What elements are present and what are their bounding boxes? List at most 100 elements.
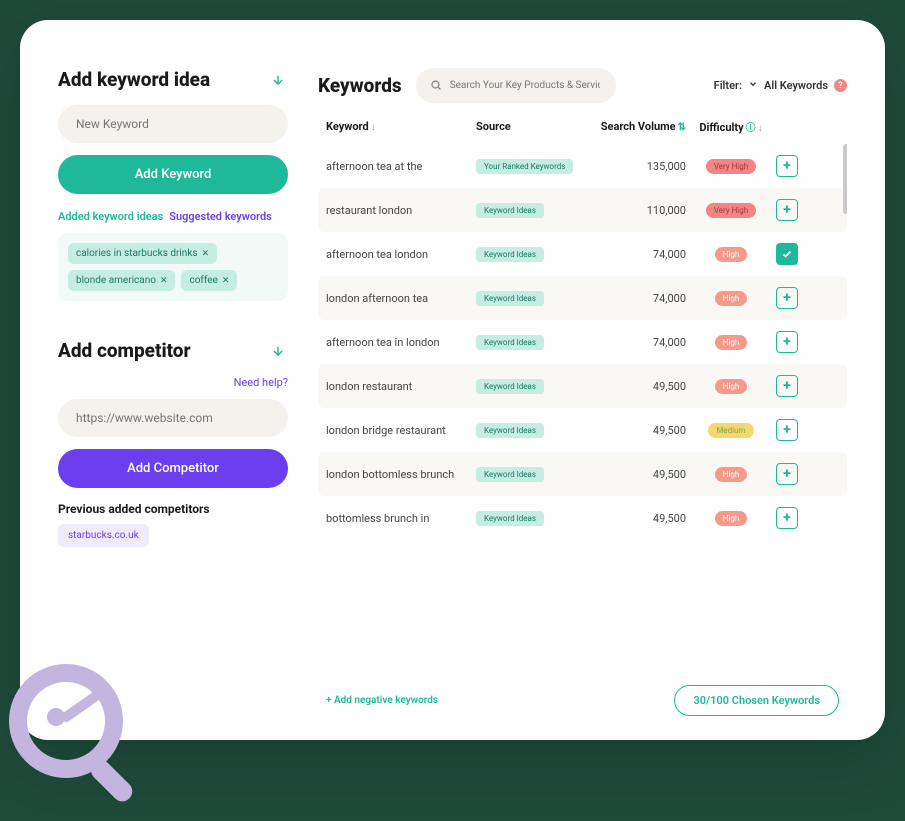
row-volume: 49,500 (586, 512, 686, 525)
scrollbar[interactable] (843, 144, 847, 214)
keywords-table-body: afternoon tea at the Your Ranked Keyword… (318, 144, 847, 673)
row-keyword: london bottomless brunch (326, 468, 476, 481)
sort-down-icon[interactable]: ↓ (371, 122, 376, 133)
row-volume: 74,000 (586, 248, 686, 261)
row-volume: 74,000 (586, 292, 686, 305)
keyword-idea-title: Add keyword idea (58, 68, 210, 91)
need-help-link[interactable]: Need help? (58, 376, 288, 389)
keyword-search[interactable] (416, 68, 616, 103)
col-volume[interactable]: Search Volume (601, 120, 676, 133)
add-keyword-row-button[interactable]: + (776, 155, 798, 177)
remove-chip-icon[interactable]: ✕ (222, 276, 230, 286)
source-badge: Keyword Ideas (476, 423, 544, 438)
row-volume: 49,500 (586, 468, 686, 481)
add-keyword-row-button[interactable]: + (776, 463, 798, 485)
row-keyword: london bridge restaurant (326, 424, 476, 437)
add-keyword-row-button[interactable]: + (776, 419, 798, 441)
table-footer: + Add negative keywords 30/100 Chosen Ke… (318, 673, 847, 716)
add-keyword-row-button[interactable]: + (776, 331, 798, 353)
chip-label: coffee (189, 275, 217, 286)
row-volume: 135,000 (586, 160, 686, 173)
col-difficulty[interactable]: Difficulty (699, 121, 743, 134)
add-keyword-button[interactable]: Add Keyword (58, 155, 288, 194)
competitor-url-input[interactable] (58, 399, 288, 437)
col-keyword[interactable]: Keyword (326, 120, 369, 133)
row-keyword: afternoon tea london (326, 248, 476, 261)
keyword-chip[interactable]: coffee ✕ (181, 270, 237, 291)
collapse-arrow-icon[interactable] (268, 70, 288, 90)
remove-chip-icon[interactable]: ✕ (202, 249, 210, 259)
table-header: Keyword↓ Source Search Volume⇅ Difficult… (318, 103, 847, 144)
row-keyword: london afternoon tea (326, 292, 476, 305)
tab-added-keywords[interactable]: Added keyword ideas (58, 210, 163, 223)
source-badge: Your Ranked Keywords (476, 159, 573, 174)
add-keyword-row-button[interactable]: + (776, 199, 798, 221)
table-row: afternoon tea london Keyword Ideas 74,00… (318, 232, 847, 276)
row-volume: 110,000 (586, 204, 686, 217)
table-row: bottomless brunch in Keyword Ideas 49,50… (318, 496, 847, 540)
difficulty-badge: High (715, 467, 748, 482)
help-icon[interactable]: ? (834, 79, 847, 92)
difficulty-badge: High (715, 379, 748, 394)
sort-icon[interactable]: ⇅ (678, 122, 686, 133)
filter-value[interactable]: All Keywords (764, 79, 828, 92)
chosen-keywords-button[interactable]: 30/100 Chosen Keywords (674, 685, 839, 716)
keyword-idea-header: Add keyword idea (58, 68, 288, 91)
competitor-title: Add competitor (58, 339, 191, 362)
competitor-header: Add competitor (58, 339, 288, 362)
keyword-chips-box: calories in starbucks drinks✕blonde amer… (58, 233, 288, 301)
source-badge: Keyword Ideas (476, 247, 544, 262)
competitor-section: Add competitor Need help? Add Competitor… (58, 339, 288, 547)
table-row: afternoon tea in london Keyword Ideas 74… (318, 320, 847, 364)
table-row: london bottomless brunch Keyword Ideas 4… (318, 452, 847, 496)
prev-added-label: Previous added competitors (58, 502, 288, 516)
table-row: restaurant london Keyword Ideas 110,000 … (318, 188, 847, 232)
chevron-down-icon[interactable] (748, 79, 758, 92)
row-volume: 74,000 (586, 336, 686, 349)
row-volume: 49,500 (586, 380, 686, 393)
add-keyword-row-button[interactable]: + (776, 507, 798, 529)
row-volume: 49,500 (586, 424, 686, 437)
row-keyword: bottomless brunch in (326, 512, 476, 525)
keyword-tabs: Added keyword ideas Suggested keywords (58, 210, 288, 223)
col-source[interactable]: Source (476, 120, 511, 133)
competitor-chip[interactable]: starbucks.co.uk (58, 524, 149, 547)
add-competitor-button[interactable]: Add Competitor (58, 449, 288, 488)
row-keyword: afternoon tea in london (326, 336, 476, 349)
source-badge: Keyword Ideas (476, 291, 544, 306)
source-badge: Keyword Ideas (476, 379, 544, 394)
keyword-chip[interactable]: blonde americano ✕ (68, 270, 175, 291)
remove-chip-icon[interactable]: ✕ (160, 276, 168, 286)
search-icon (430, 76, 442, 95)
table-row: london bridge restaurant Keyword Ideas 4… (318, 408, 847, 452)
table-row: london restaurant Keyword Ideas 49,500 H… (318, 364, 847, 408)
difficulty-badge: High (715, 291, 748, 306)
difficulty-badge: Very High (706, 159, 756, 174)
filter-area: Filter: All Keywords ? (714, 79, 847, 92)
table-row: london afternoon tea Keyword Ideas 74,00… (318, 276, 847, 320)
difficulty-badge: High (715, 511, 748, 526)
sort-down-icon[interactable]: ↓ (758, 123, 763, 134)
add-negative-link[interactable]: + Add negative keywords (326, 695, 438, 706)
add-keyword-row-button[interactable]: + (776, 375, 798, 397)
search-input[interactable] (450, 80, 600, 91)
tab-suggested-keywords[interactable]: Suggested keywords (169, 210, 272, 223)
chip-label: calories in starbucks drinks (76, 248, 198, 259)
source-badge: Keyword Ideas (476, 335, 544, 350)
row-keyword: restaurant london (326, 204, 476, 217)
table-row: afternoon tea at the Your Ranked Keyword… (318, 144, 847, 188)
keyword-chip[interactable]: calories in starbucks drinks ✕ (68, 243, 217, 264)
row-keyword: afternoon tea at the (326, 160, 476, 173)
new-keyword-input[interactable] (58, 105, 288, 143)
difficulty-badge: Very High (706, 203, 756, 218)
keyword-selected-button[interactable] (776, 243, 798, 265)
info-icon[interactable]: ⓘ (746, 123, 756, 134)
chip-label: blonde americano (76, 275, 156, 286)
source-badge: Keyword Ideas (476, 467, 544, 482)
source-badge: Keyword Ideas (476, 203, 544, 218)
source-badge: Keyword Ideas (476, 511, 544, 526)
add-keyword-row-button[interactable]: + (776, 287, 798, 309)
collapse-arrow-icon[interactable] (268, 341, 288, 361)
row-keyword: london restaurant (326, 380, 476, 393)
left-column: Add keyword idea Add Keyword Added keywo… (58, 68, 288, 716)
